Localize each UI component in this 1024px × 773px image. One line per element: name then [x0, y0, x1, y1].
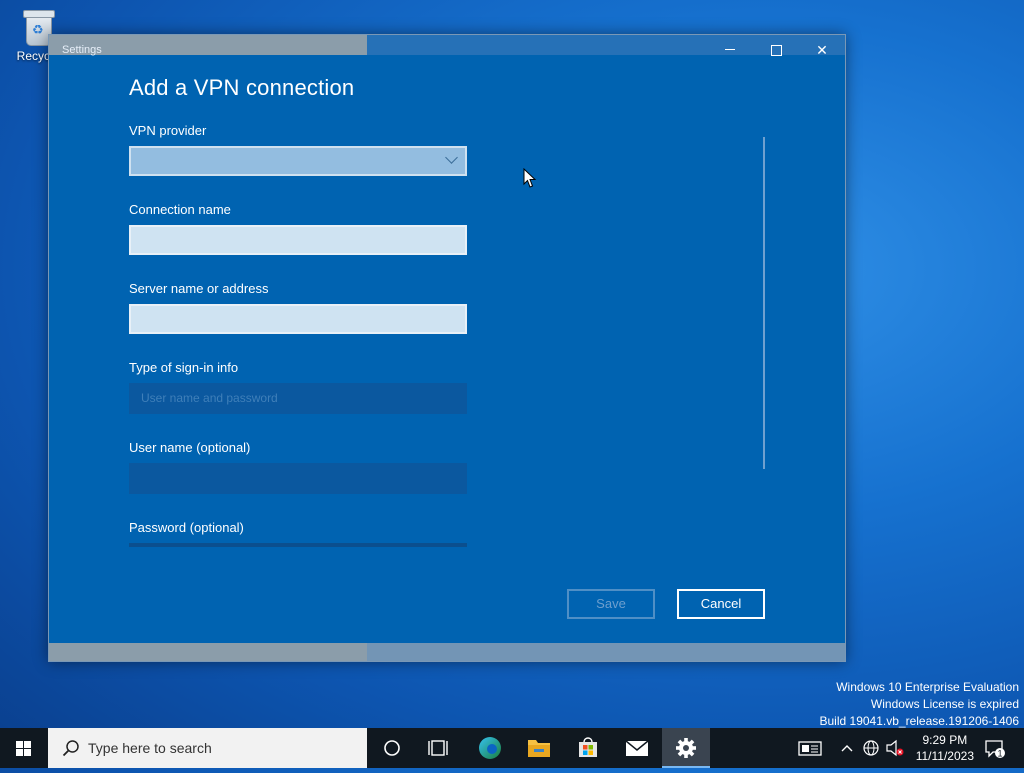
edge-browser-icon — [479, 737, 501, 759]
clock-time: 9:29 PM — [922, 733, 968, 747]
speaker-muted-icon — [886, 739, 904, 757]
scrollbar[interactable] — [763, 137, 765, 469]
username-input[interactable] — [129, 463, 467, 494]
store-bag-icon — [579, 737, 597, 757]
notification-icon: 1 — [985, 740, 1005, 759]
file-explorer-button[interactable] — [515, 728, 563, 768]
gear-icon — [676, 738, 696, 758]
window-title: Settings — [62, 44, 102, 56]
store-button[interactable] — [564, 728, 612, 768]
close-icon: ✕ — [816, 42, 828, 58]
connection-name-input[interactable] — [129, 225, 467, 255]
watermark-edition: Windows 10 Enterprise Evaluation — [836, 680, 1019, 694]
vpn-form: Add a VPN connection VPN provider Connec… — [129, 75, 769, 547]
windows-logo-icon — [16, 741, 32, 757]
search-icon — [62, 740, 79, 757]
settings-taskbar-button[interactable] — [662, 728, 710, 768]
task-view-button[interactable] — [416, 728, 464, 768]
action-center-button[interactable]: 1 — [984, 738, 1006, 765]
page-title: Add a VPN connection — [129, 75, 355, 100]
mail-envelope-icon — [625, 740, 649, 756]
vpn-provider-label: VPN provider — [129, 123, 207, 138]
search-placeholder: Type here to search — [88, 740, 212, 756]
notification-count: 1 — [997, 749, 1002, 759]
folder-icon — [528, 740, 550, 757]
vpn-provider-dropdown[interactable] — [129, 146, 467, 176]
show-hidden-icons-button[interactable] — [838, 728, 856, 768]
cancel-button[interactable]: Cancel — [677, 589, 765, 619]
settings-window: Settings ✕ Add a VPN connection VPN prov… — [48, 34, 846, 662]
maximize-button[interactable] — [753, 35, 799, 63]
minimize-button[interactable] — [707, 35, 753, 63]
window-bottom-strip-left — [49, 643, 367, 661]
mail-button[interactable] — [613, 728, 661, 768]
activation-watermark: Windows 10 Enterprise Evaluation Windows… — [820, 679, 1020, 730]
clock-date: 11/11/2023 — [915, 749, 974, 763]
signin-type-value: User name and password — [141, 391, 278, 405]
signin-type-dropdown[interactable]: User name and password — [129, 383, 467, 414]
taskbar-search-box[interactable]: Type here to search — [48, 728, 367, 768]
maximize-icon — [770, 45, 782, 56]
window-bottom-strip-right — [367, 643, 845, 661]
chevron-up-icon — [841, 745, 853, 752]
server-address-label: Server name or address — [129, 281, 269, 296]
signin-type-label: Type of sign-in info — [129, 360, 239, 375]
chevron-down-icon — [445, 151, 458, 164]
taskbar: Type here to search 9:29 PM 11/11/2023 1 — [0, 728, 1024, 768]
watermark-license: Windows License is expired — [870, 697, 1019, 711]
close-button[interactable]: ✕ — [799, 35, 845, 63]
window-titlebar[interactable]: Settings ✕ — [49, 35, 845, 63]
server-address-input[interactable] — [129, 304, 467, 334]
news-icon — [798, 741, 822, 756]
globe-network-icon — [863, 740, 879, 756]
password-input[interactable] — [129, 543, 467, 547]
network-button[interactable] — [860, 728, 882, 768]
cortana-button[interactable] — [368, 728, 416, 768]
task-view-icon — [428, 740, 448, 756]
connection-name-label: Connection name — [129, 202, 231, 217]
password-label: Password (optional) — [129, 520, 244, 535]
news-widget-button[interactable] — [796, 728, 826, 768]
save-button[interactable]: Save — [567, 589, 655, 619]
volume-button[interactable] — [884, 728, 906, 768]
taskbar-clock[interactable]: 9:29 PM 11/11/2023 — [916, 732, 974, 764]
start-button[interactable] — [0, 728, 48, 768]
minimize-icon — [725, 49, 735, 50]
cortana-circle-icon — [384, 740, 400, 756]
edge-button[interactable] — [466, 728, 514, 768]
username-label: User name (optional) — [129, 440, 251, 455]
